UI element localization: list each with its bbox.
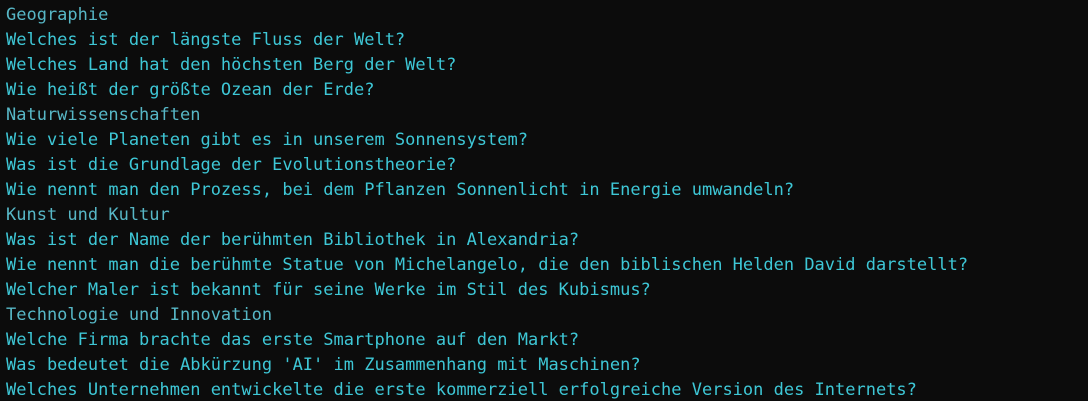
question-line: Welches ist der längste Fluss der Welt? — [6, 30, 406, 50]
terminal-output: Geographie Welches ist der längste Fluss… — [0, 0, 1088, 401]
question-line: Was bedeutet die Abkürzung 'AI' im Zusam… — [6, 355, 641, 375]
category-heading-technologie-und-innovation: Technologie und Innovation — [6, 305, 273, 325]
question-line: Wie viele Planeten gibt es in unserem So… — [6, 130, 528, 150]
question-line: Was ist der Name der berühmten Bibliothe… — [6, 230, 580, 250]
question-line: Welches Unternehmen entwickelte die erst… — [6, 380, 917, 400]
question-line: Welcher Maler ist bekannt für seine Werk… — [6, 280, 651, 300]
question-line: Welche Firma brachte das erste Smartphon… — [6, 330, 580, 350]
question-line: Wie nennt man die berühmte Statue von Mi… — [6, 255, 969, 275]
question-line: Wie heißt der größte Ozean der Erde? — [6, 80, 375, 100]
category-heading-naturwissenschaften: Naturwissenschaften — [6, 105, 201, 125]
question-line: Was ist die Grundlage der Evolutionstheo… — [6, 155, 457, 175]
question-line: Wie nennt man den Prozess, bei dem Pflan… — [6, 180, 795, 200]
category-heading-geographie: Geographie — [6, 5, 109, 25]
category-heading-kunst-und-kultur: Kunst und Kultur — [6, 205, 170, 225]
question-line: Welches Land hat den höchsten Berg der W… — [6, 55, 457, 75]
